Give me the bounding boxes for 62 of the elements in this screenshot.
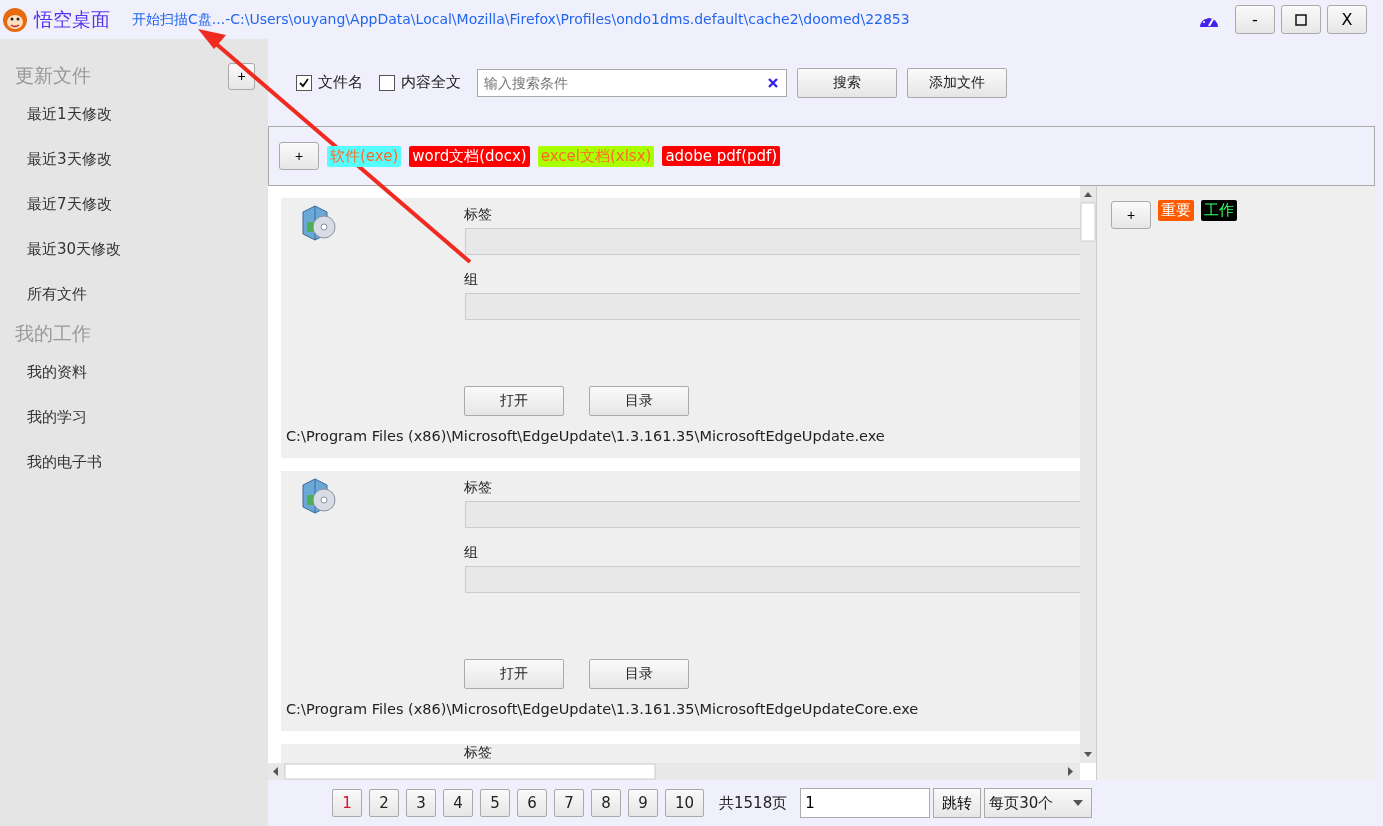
page-button[interactable]: 8: [591, 789, 621, 817]
horizontal-scrollbar[interactable]: [268, 763, 1080, 780]
checkbox-label: 文件名: [318, 73, 363, 92]
vertical-scrollbar[interactable]: [1080, 186, 1096, 763]
tag-field[interactable]: [465, 501, 1080, 528]
section-title: 更新文件: [15, 63, 91, 88]
search-field[interactable]: 输入搜索条件: [477, 68, 787, 97]
label-tag[interactable]: 工作: [1201, 200, 1237, 221]
scan-status: 开始扫描C盘...-C:\Users\ouyang\AppData\Local\Mozilla\Firefox\Profiles\ondo1dms.default\cache2\doomed\22853: [132, 10, 911, 29]
file-button[interactable]: 目录: [589, 659, 689, 689]
page-button[interactable]: 5: [480, 789, 510, 817]
sidebar-item[interactable]: 最近3天修改: [0, 137, 268, 182]
field-label: 组: [464, 544, 479, 562]
page-button[interactable]: 1: [332, 789, 362, 817]
file-button[interactable]: 打开: [464, 659, 564, 689]
add-tag-button[interactable]: +: [279, 142, 319, 170]
page-total: 共1518页: [719, 793, 788, 813]
caret-icon: [1073, 800, 1084, 806]
field-label: 标签: [464, 206, 493, 224]
page-button[interactable]: 2: [369, 789, 399, 817]
sidebar-item[interactable]: 最近30天修改: [0, 227, 268, 272]
page-button[interactable]: 6: [517, 789, 547, 817]
search-button[interactable]: 搜索: [797, 67, 897, 98]
checkbox[interactable]: [379, 74, 395, 91]
page-input[interactable]: 1: [800, 788, 931, 818]
clear-icon[interactable]: [767, 76, 779, 89]
group-field[interactable]: [465, 293, 1080, 320]
window-button[interactable]: -: [1235, 5, 1275, 34]
tag-field[interactable]: [465, 228, 1080, 255]
field-label: 组: [464, 271, 479, 289]
type-tag[interactable]: word文档(docx): [409, 145, 530, 167]
app-name: 悟空桌面: [34, 6, 110, 32]
monkey-logo-icon: [2, 6, 28, 33]
window-button[interactable]: X: [1327, 5, 1367, 34]
page-button[interactable]: 10: [665, 789, 704, 817]
maximize-button[interactable]: [1281, 5, 1321, 34]
per-page-select[interactable]: 每页30个: [984, 788, 1093, 818]
section-title: 我的工作: [15, 321, 91, 346]
type-tag[interactable]: adobe pdf(pdf): [662, 146, 781, 166]
field-label: 标签: [464, 744, 493, 762]
sidebar-item[interactable]: 我的学习: [0, 395, 268, 440]
sidebar-item[interactable]: 我的电子书: [0, 440, 268, 485]
file-path: C:\Program Files (x86)\Microsoft\EdgeUpdate\1.3.161.35\MicrosoftEdgeUpdate.exe: [285, 428, 885, 444]
add-tag-button[interactable]: +: [1111, 201, 1151, 229]
search-button[interactable]: 添加文件: [907, 67, 1007, 98]
jump-button[interactable]: 跳转: [933, 788, 982, 818]
page-button[interactable]: 4: [443, 789, 473, 817]
page-button[interactable]: 3: [406, 789, 436, 817]
field-label: 标签: [464, 479, 493, 497]
sidebar-item[interactable]: 最近1天修改: [0, 92, 268, 137]
checkbox[interactable]: [296, 74, 312, 91]
checkbox-label: 内容全文: [401, 73, 461, 92]
file-button[interactable]: 打开: [464, 386, 564, 416]
page-button[interactable]: 9: [628, 789, 658, 817]
maximize-icon: [1295, 13, 1307, 26]
group-field[interactable]: [465, 566, 1080, 593]
file-path: C:\Program Files (x86)\Microsoft\EdgeUpdate\1.3.161.35\MicrosoftEdgeUpdateCore.exe: [285, 701, 919, 717]
sidebar-item[interactable]: 我的资料: [0, 350, 268, 395]
sidebar-item[interactable]: 最近7天修改: [0, 182, 268, 227]
sidebar-item[interactable]: 所有文件: [0, 272, 268, 317]
file-button[interactable]: 目录: [589, 386, 689, 416]
page-button[interactable]: 7: [554, 789, 584, 817]
